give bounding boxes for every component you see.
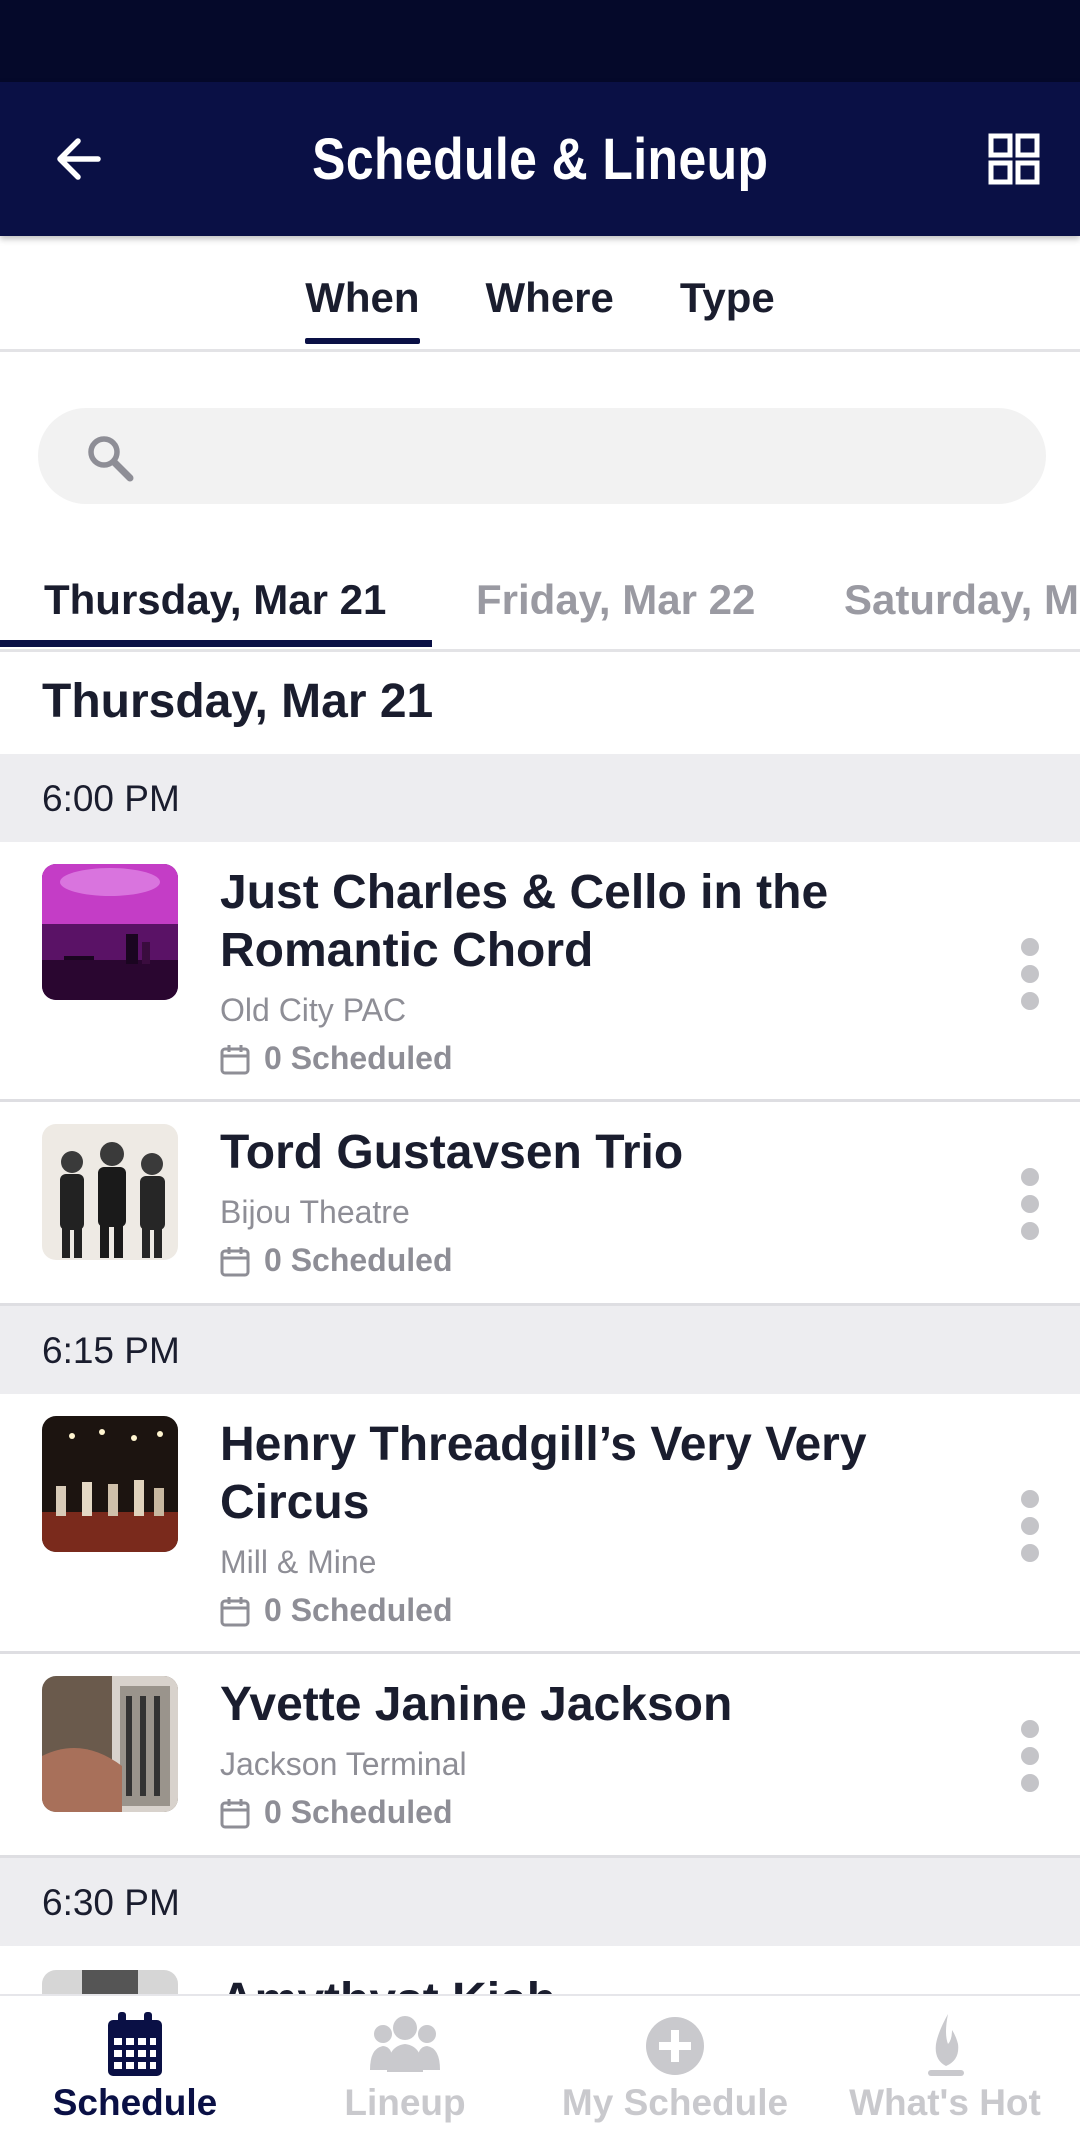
flame-icon — [928, 2014, 964, 2076]
app-bar: Schedule & Lineup — [0, 82, 1080, 236]
more-options-button[interactable] — [1018, 1490, 1042, 1562]
day-tabs: Thursday, Mar 21 Friday, Mar 22 Saturday… — [0, 560, 1080, 652]
search-input[interactable] — [38, 408, 1046, 504]
grid-icon — [988, 133, 1040, 185]
event-thumbnail — [42, 864, 178, 1000]
event-row[interactable]: Tord Gustavsen Trio Bijou Theatre 0 Sche… — [0, 1102, 1080, 1306]
nav-label: Schedule — [52, 2082, 218, 2123]
event-venue: Mill & Mine — [220, 1544, 377, 1580]
more-vert-icon — [1018, 1720, 1042, 1792]
calendar-small-icon — [220, 1596, 250, 1626]
more-vert-icon — [1018, 1168, 1042, 1240]
tab-type[interactable]: Type — [680, 274, 775, 344]
more-options-button[interactable] — [1018, 1720, 1042, 1792]
nav-whats-hot[interactable]: What's Hot — [810, 2010, 1080, 2140]
tab-when[interactable]: When — [305, 274, 420, 344]
grid-view-button[interactable] — [986, 131, 1042, 187]
event-venue: Bijou Theatre — [220, 1194, 410, 1230]
more-options-button[interactable] — [1018, 938, 1042, 1010]
scheduled-label: 0 Scheduled — [264, 1592, 453, 1628]
day-tab-friday[interactable]: Friday, Mar 22 — [476, 576, 755, 624]
day-tab-indicator — [0, 640, 432, 647]
people-icon — [370, 2016, 440, 2072]
calendar-small-icon — [220, 1246, 250, 1276]
nav-schedule[interactable]: Schedule — [0, 2010, 270, 2140]
time-header: 6:15 PM — [0, 1306, 1080, 1394]
day-tab-thursday[interactable]: Thursday, Mar 21 — [44, 576, 386, 624]
event-row[interactable]: Just Charles & Cello in the Romantic Cho… — [0, 842, 1080, 1102]
time-header: 6:30 PM — [0, 1858, 1080, 1946]
page-title: Schedule & Lineup — [311, 126, 769, 192]
scheduled-count: 0 Scheduled — [220, 1242, 453, 1279]
time-header: 6:00 PM — [0, 754, 1080, 842]
search-icon — [88, 436, 134, 482]
more-vert-icon — [1018, 938, 1042, 1010]
tab-where[interactable]: Where — [486, 274, 614, 344]
arrow-left-icon — [57, 138, 101, 180]
time-label: 6:00 PM — [42, 778, 180, 819]
more-options-button[interactable] — [1018, 1168, 1042, 1240]
filter-tabs: When Where Type — [0, 236, 1080, 352]
day-tab-saturday[interactable]: Saturday, Ma — [844, 576, 1080, 624]
scheduled-label: 0 Scheduled — [264, 1242, 453, 1278]
event-row[interactable]: Henry Threadgill’s Very Very Circus Mill… — [0, 1394, 1080, 1654]
calendar-icon — [108, 2012, 162, 2076]
scheduled-count: 0 Scheduled — [220, 1794, 453, 1831]
event-title: Tord Gustavsen Trio — [220, 1126, 684, 1179]
event-venue: Jackson Terminal — [220, 1746, 467, 1782]
calendar-small-icon — [220, 1798, 250, 1828]
nav-my-schedule[interactable]: My Schedule — [540, 2010, 810, 2140]
event-title: Yvette Janine Jackson — [220, 1678, 733, 1731]
time-label: 6:15 PM — [42, 1330, 180, 1371]
nav-label: What's Hot — [849, 2082, 1041, 2123]
event-title: Henry Threadgill’s Very Very Circus — [220, 1418, 867, 1529]
event-thumbnail — [42, 1416, 178, 1552]
plus-circle-icon — [646, 2017, 704, 2075]
calendar-small-icon — [220, 1044, 250, 1074]
day-heading: Thursday, Mar 21 — [42, 675, 434, 728]
back-button[interactable] — [50, 131, 106, 187]
time-label: 6:30 PM — [42, 1882, 180, 1923]
event-title: Just Charles & Cello in the Romantic Cho… — [220, 866, 829, 977]
nav-label: My Schedule — [561, 2082, 789, 2123]
scheduled-label: 0 Scheduled — [264, 1040, 453, 1076]
event-row[interactable]: Yvette Janine Jackson Jackson Terminal 0… — [0, 1654, 1080, 1858]
nav-lineup[interactable]: Lineup — [270, 2010, 540, 2140]
nav-label: Lineup — [344, 2082, 466, 2123]
scheduled-label: 0 Scheduled — [264, 1794, 453, 1830]
scheduled-count: 0 Scheduled — [220, 1040, 453, 1077]
more-vert-icon — [1018, 1490, 1042, 1562]
bottom-nav: Schedule Lineup My Schedule What's Hot — [0, 1994, 1080, 2148]
event-thumbnail — [42, 1676, 178, 1812]
status-bar — [0, 0, 1080, 82]
event-venue: Old City PAC — [220, 992, 407, 1028]
event-thumbnail — [42, 1124, 178, 1260]
scheduled-count: 0 Scheduled — [220, 1592, 453, 1629]
